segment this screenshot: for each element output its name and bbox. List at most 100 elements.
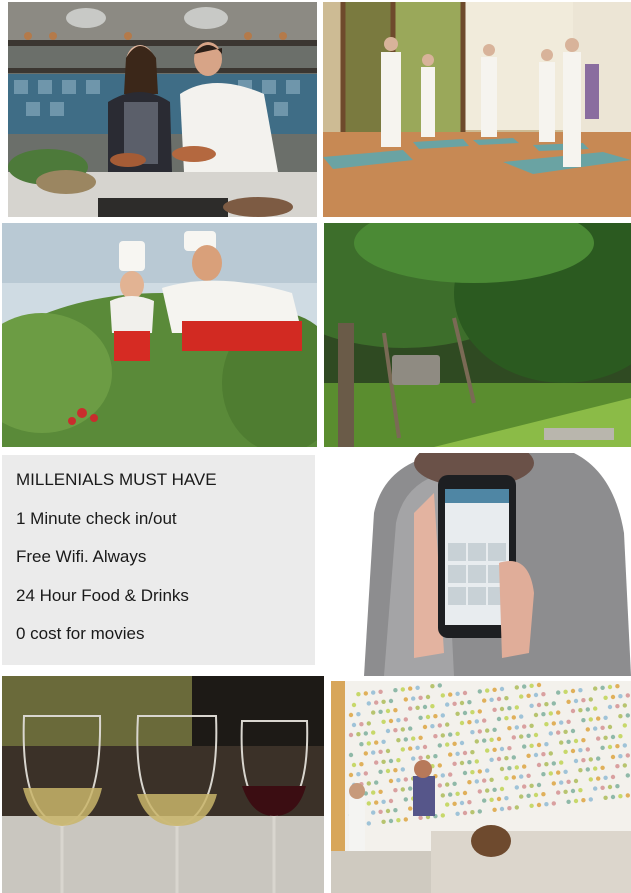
wall-dot: [388, 718, 394, 724]
wall-dot: [581, 798, 586, 803]
kids-room-wall-photo: [331, 681, 631, 893]
wall-dot: [541, 712, 546, 717]
wall-dot: [388, 758, 394, 764]
wall-dot: [581, 758, 586, 763]
wall-dot: [455, 711, 460, 716]
wall-dot: [418, 735, 423, 740]
wall-dot: [467, 720, 472, 725]
wall-dot: [578, 708, 583, 713]
wall-dot: [556, 770, 561, 775]
wall-dot: [351, 702, 357, 708]
wall-dot: [452, 801, 457, 806]
wall-dot: [396, 778, 401, 783]
wall-dot: [462, 690, 468, 696]
wall-dot: [585, 767, 590, 772]
wall-dot: [526, 793, 531, 798]
wall-dot: [400, 767, 405, 772]
wall-dot: [588, 697, 593, 702]
wall-dot: [363, 691, 368, 696]
wall-dot: [603, 775, 608, 780]
wall-dot: [588, 757, 593, 762]
wall-dot: [556, 790, 561, 795]
wall-dot: [378, 789, 383, 794]
wall-dot: [499, 686, 505, 692]
wall-dot: [422, 704, 428, 710]
wall-dot: [448, 752, 453, 757]
wall-dot: [581, 718, 586, 723]
wall-dot: [371, 690, 376, 695]
wall-dot: [607, 784, 613, 790]
wall-dot: [366, 741, 371, 746]
wall-dot: [440, 813, 445, 818]
wall-dot: [374, 740, 379, 745]
wall-dot: [507, 726, 512, 731]
wall-dot: [371, 810, 376, 815]
wall-dot: [507, 766, 512, 771]
wall-dot: [581, 698, 586, 703]
wall-dot: [570, 748, 576, 754]
wall-dot: [388, 818, 394, 824]
wall-dot: [499, 786, 505, 792]
wall-dot: [529, 743, 534, 748]
wall-dot: [381, 699, 386, 704]
wall-dot: [588, 717, 593, 722]
wall-dot: [396, 758, 401, 763]
wall-dot: [563, 789, 568, 794]
wall-dot: [544, 722, 549, 727]
wall-dot: [477, 689, 482, 694]
wall-dot: [492, 727, 497, 732]
amenity-item: 24 Hour Food & Drinks: [16, 585, 189, 605]
wall-dot: [573, 798, 579, 804]
wall-dot: [351, 722, 357, 728]
wall-dot: [596, 736, 601, 741]
wall-dot: [522, 684, 527, 689]
wall-dot: [625, 753, 630, 758]
wall-dot: [622, 763, 627, 768]
wall-dot: [578, 788, 583, 793]
wall-dot: [522, 764, 527, 769]
wall-dot: [610, 774, 616, 780]
wall-dot: [422, 724, 428, 730]
wall-dot: [462, 770, 468, 776]
wall-dot: [522, 744, 527, 749]
wall-dot: [440, 713, 445, 718]
wall-dot: [408, 706, 413, 711]
wall-dot: [477, 809, 482, 814]
wall-dot: [485, 788, 490, 793]
wall-dot: [459, 740, 465, 746]
wall-dot: [385, 748, 391, 754]
wall-dot: [544, 702, 549, 707]
wall-dot: [596, 756, 601, 761]
wall-dot: [573, 738, 579, 744]
wall-dot: [366, 801, 371, 806]
wall-dot: [536, 682, 542, 688]
wall-dot: [618, 734, 623, 739]
wall-dot: [610, 734, 616, 740]
wall-dot: [455, 751, 460, 756]
wall-dot: [467, 760, 472, 765]
wall-dot: [603, 735, 608, 740]
wall-dot: [455, 731, 460, 736]
wall-dot: [566, 799, 571, 804]
wall-dot: [563, 689, 568, 694]
wall-dot: [485, 748, 490, 753]
wall-dot: [388, 798, 394, 804]
wall-dot: [529, 703, 534, 708]
wall-dot: [600, 745, 605, 750]
wall-dot: [625, 793, 630, 798]
wall-dot: [492, 687, 497, 692]
wall-dot: [499, 766, 505, 772]
wall-dot: [455, 691, 460, 696]
wall-dot: [378, 689, 383, 694]
wall-dot: [396, 738, 401, 743]
wall-dot: [356, 772, 361, 777]
wall-dot: [507, 706, 512, 711]
wall-dot: [366, 721, 371, 726]
wall-dot: [551, 761, 556, 766]
wall-dot: [378, 709, 383, 714]
wall-dot: [393, 688, 398, 693]
wall-dot: [499, 706, 505, 712]
wall-dot: [559, 720, 564, 725]
wall-dot: [462, 810, 468, 816]
wall-dot: [448, 772, 453, 777]
